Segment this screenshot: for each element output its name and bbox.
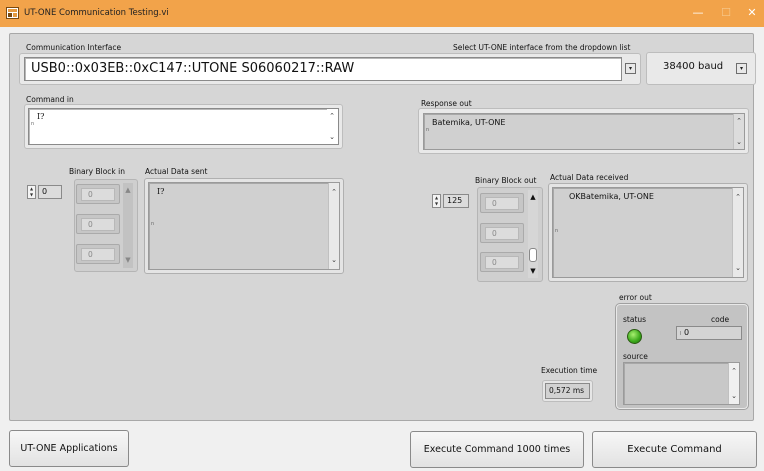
actual-data-received-label: Actual Data received	[550, 173, 629, 182]
scroll-down-icon[interactable]: ▼	[123, 255, 133, 265]
command-in-field[interactable]: n I? ⌃ ⌄	[28, 108, 339, 145]
resource-dropdown-button[interactable]: ▾	[625, 63, 636, 74]
binary-in-scrollbar[interactable]: ▲ ▼	[123, 183, 133, 268]
scroll-down-icon[interactable]: ▼	[528, 266, 538, 276]
binary-in-element[interactable]: 0	[76, 184, 120, 204]
scroll-up-icon[interactable]: ⌃	[734, 116, 744, 126]
baud-rate-value[interactable]: 38400 baud	[663, 61, 723, 72]
execution-time-value: 0,572 ms	[545, 383, 590, 399]
command-in-label: Command in	[26, 95, 74, 104]
binary-out-element[interactable]: 0	[480, 223, 524, 243]
visa-resource-field[interactable]: USB0::0x03EB::0xC147::UTONE S06060217::R…	[24, 57, 622, 81]
scroll-up-icon[interactable]: ⌃	[327, 111, 337, 121]
maximize-button[interactable]: ☐	[712, 4, 740, 22]
response-out-field[interactable]: n Batemika, UT-ONE ⌃ ⌄	[423, 113, 745, 150]
scroll-up-icon[interactable]: ▲	[528, 192, 538, 202]
minimize-icon: —	[692, 6, 704, 19]
error-out-label: error out	[619, 293, 652, 302]
actual-data-sent-field[interactable]: n I? ⌃ ⌄	[148, 182, 340, 270]
command-in-value: I?	[37, 112, 45, 121]
scroll-down-icon[interactable]: ⌄	[733, 263, 743, 273]
decrement-icon[interactable]: ▼	[433, 201, 440, 207]
actual-data-received-value: OKBatemika, UT-ONE	[569, 192, 654, 201]
scroll-thumb[interactable]	[529, 248, 537, 262]
binary-out-scrollbar[interactable]: ▲ ▼	[528, 190, 538, 278]
binary-in-element[interactable]: 0	[76, 244, 120, 264]
binary-in-index-field[interactable]: 0	[38, 185, 62, 199]
maximize-icon: ☐	[721, 6, 731, 19]
scroll-down-icon[interactable]: ⌄	[329, 255, 339, 265]
scroll-up-icon[interactable]: ⌃	[329, 187, 339, 197]
error-source-field[interactable]: ⌃ ⌄	[623, 362, 740, 405]
error-status-label: status	[623, 315, 647, 324]
binary-in-element[interactable]: 0	[76, 214, 120, 234]
binary-out-element[interactable]: 0	[480, 252, 524, 272]
communication-interface-label: Communication Interface	[26, 43, 122, 52]
scroll-up-icon[interactable]: ⌃	[729, 366, 739, 376]
actual-data-sent-label: Actual Data sent	[145, 167, 208, 176]
error-source-label: source	[623, 352, 648, 361]
binary-block-out-label: Binary Block out	[475, 176, 537, 185]
scroll-down-icon[interactable]: ⌄	[729, 391, 739, 401]
binary-in-index-stepper[interactable]: ▲ ▼	[27, 185, 36, 199]
visa-resource-value: USB0::0x03EB::0xC147::UTONE S06060217::R…	[31, 61, 355, 76]
ut-one-applications-button[interactable]: UT-ONE Applications	[9, 430, 129, 467]
error-source-scrollbar[interactable]: ⌃ ⌄	[728, 363, 739, 404]
binary-out-index-stepper[interactable]: ▲ ▼	[432, 194, 441, 208]
execute-command-1000-button[interactable]: Execute Command 1000 times	[410, 431, 584, 468]
interface-hint-label: Select UT-ONE interface from the dropdow…	[453, 43, 631, 52]
chevron-down-icon: ▾	[628, 65, 632, 72]
status-led	[627, 329, 642, 344]
binary-out-element[interactable]: 0	[480, 193, 524, 213]
error-code-label: code	[711, 315, 730, 324]
close-icon: ✕	[747, 6, 757, 19]
execution-time-label: Execution time	[541, 366, 598, 375]
binary-block-in-label: Binary Block in	[69, 167, 125, 176]
actual-data-received-field[interactable]: n OKBatemika, UT-ONE ⌃ ⌄	[552, 187, 744, 278]
actual-data-received-scrollbar[interactable]: ⌃ ⌄	[732, 188, 743, 277]
command-in-scrollbar[interactable]: ⌃ ⌄	[327, 109, 338, 144]
scroll-down-icon[interactable]: ⌄	[327, 132, 337, 142]
actual-data-sent-scrollbar[interactable]: ⌃ ⌄	[328, 183, 339, 269]
actual-data-sent-value: I?	[157, 187, 165, 196]
window-title: UT-ONE Communication Testing.vi	[24, 8, 169, 18]
scroll-up-icon[interactable]: ▲	[123, 185, 133, 195]
response-out-scrollbar[interactable]: ⌃ ⌄	[733, 114, 744, 149]
scroll-down-icon[interactable]: ⌄	[734, 137, 744, 147]
labview-app-icon	[6, 7, 19, 19]
response-out-label: Response out	[421, 99, 472, 108]
error-code-field[interactable]: I 0	[676, 326, 742, 340]
close-button[interactable]: ✕	[740, 4, 764, 22]
response-out-value: Batemika, UT-ONE	[432, 118, 506, 127]
binary-out-index-field[interactable]: 125	[443, 194, 469, 208]
execute-command-button[interactable]: Execute Command	[592, 431, 757, 468]
scroll-up-icon[interactable]: ⌃	[733, 192, 743, 202]
error-code-value: 0	[684, 328, 690, 337]
baud-dropdown-button[interactable]: ▾	[736, 63, 747, 74]
minimize-button[interactable]: —	[684, 4, 712, 22]
decrement-icon[interactable]: ▼	[28, 192, 35, 198]
chevron-down-icon: ▾	[739, 65, 743, 72]
